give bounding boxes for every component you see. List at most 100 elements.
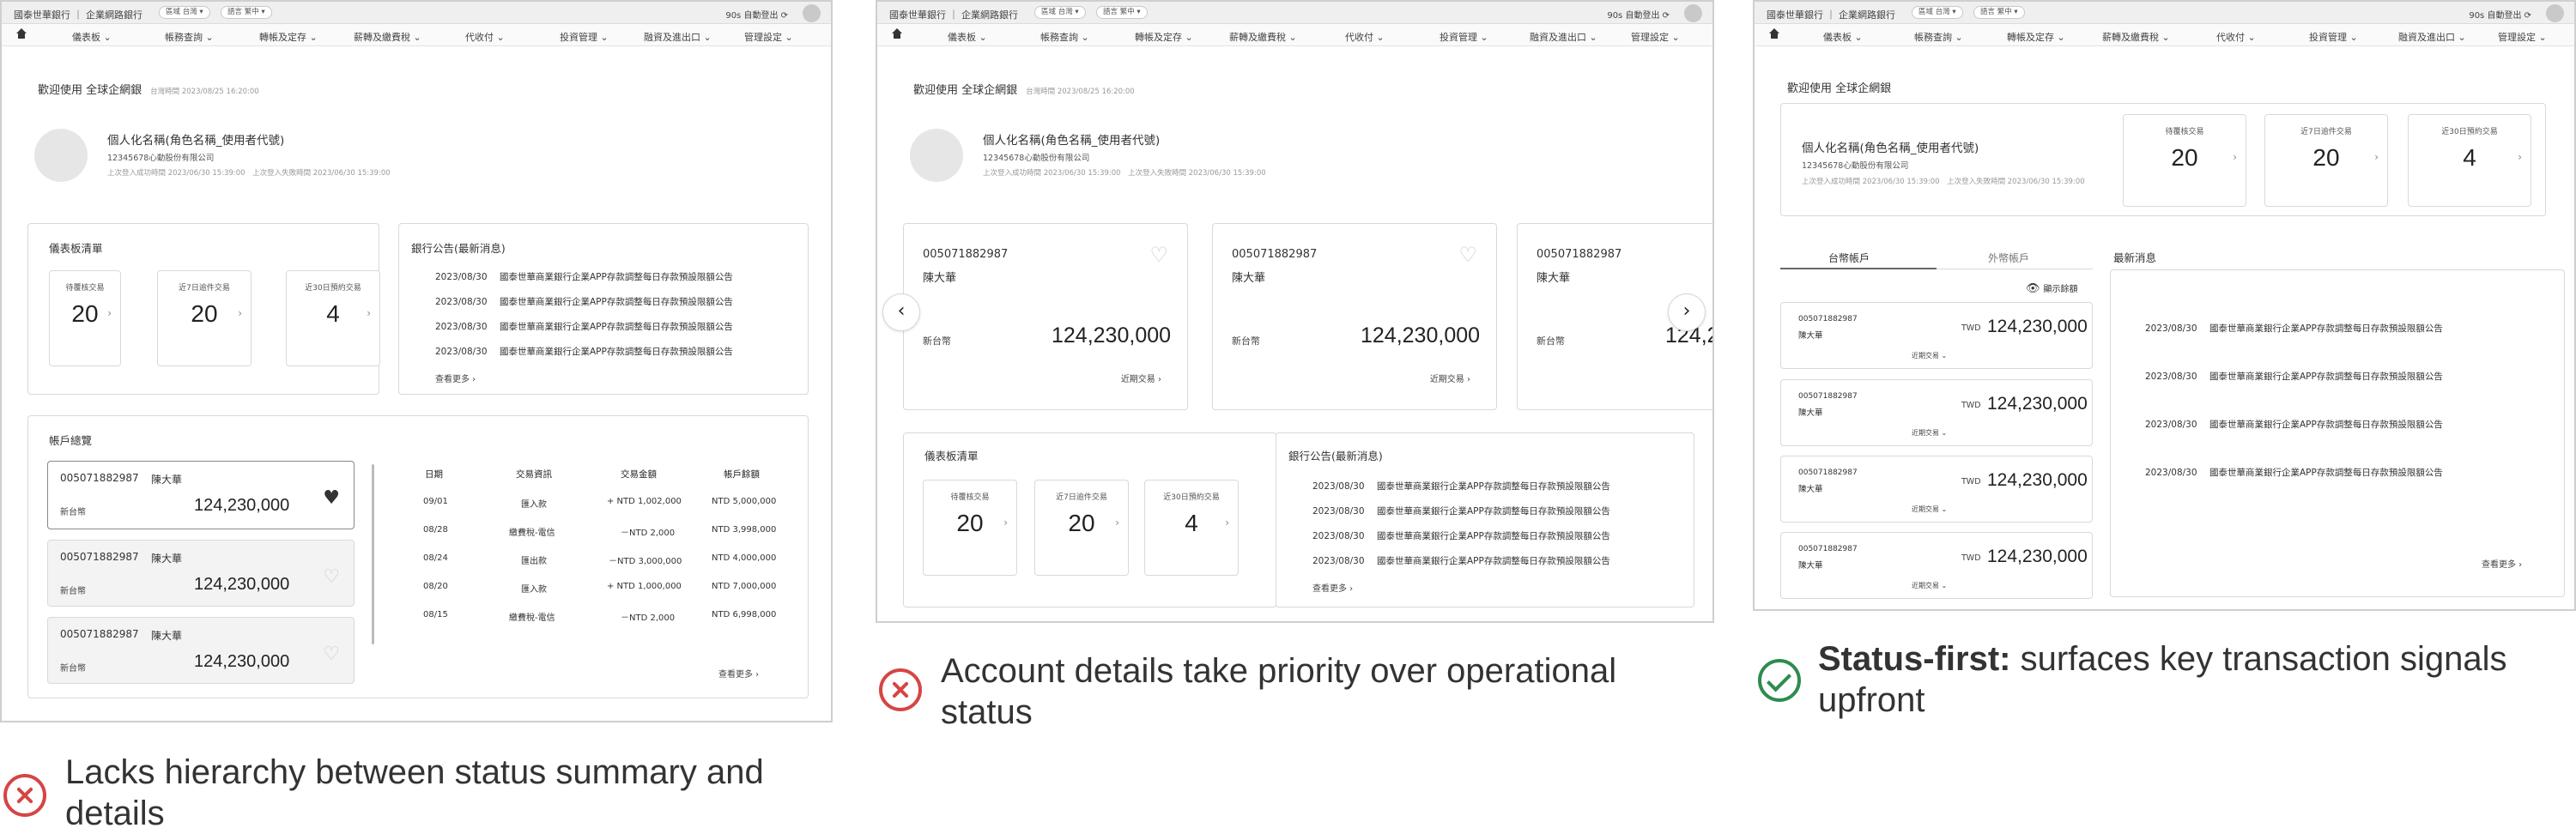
chevron-right-icon: › xyxy=(238,307,242,319)
nav-settings[interactable]: 管理設定 ⌄ xyxy=(2498,30,2547,44)
account-item[interactable]: 005071882987 陳大華 新台幣 124,230,000 ♡ xyxy=(47,617,355,684)
language-selector[interactable]: 語言 繁中 ▾ xyxy=(1973,6,2025,19)
heart-outline-icon[interactable]: ♡ xyxy=(323,566,340,588)
nav-transfer-deposit[interactable]: 轉帳及定存 ⌄ xyxy=(1135,30,1193,44)
stat-pending-review[interactable]: 待覆核交易 20 › xyxy=(49,270,121,366)
user-avatar-icon[interactable] xyxy=(1684,4,1702,22)
notice-text: 國泰世華商業銀行企業APP存款調整每日存款預設限額公告 xyxy=(500,347,733,357)
notice-item[interactable]: 2023/08/30 國泰世華商業銀行企業APP存款調整每日存款預設限額公告 xyxy=(1312,480,1610,493)
account-card[interactable]: 005071882987 陳大華 新台幣 124,230,000 ♡ 近期交易 … xyxy=(1212,223,1497,410)
nav-payroll-tax[interactable]: 薪轉及繳費稅 ⌄ xyxy=(2102,30,2170,44)
account-item-selected[interactable]: 005071882987 陳大華 新台幣 124,230,000 ♥ xyxy=(47,461,355,529)
tx-date: 08/15 xyxy=(423,610,448,619)
account-item[interactable]: 005071882987 陳大華 TWD 124,230,000 近期交易 ⌄ xyxy=(1780,302,2093,369)
stat-scheduled-30d[interactable]: 近30日預約交易 4 › xyxy=(2408,114,2531,207)
stat-label: 近7日逾件交易 xyxy=(1056,493,1107,502)
user-avatar-icon[interactable] xyxy=(2546,4,2564,22)
nav-payroll-tax[interactable]: 薪轉及繳費稅 ⌄ xyxy=(354,30,421,44)
stat-overdue-7d[interactable]: 近7日逾件交易 20 › xyxy=(2264,114,2388,207)
home-icon[interactable] xyxy=(891,28,903,40)
home-icon[interactable] xyxy=(1768,28,1780,40)
news-item[interactable]: 2023/08/30 國泰世華商業銀行企業APP存款調整每日存款預設限額公告 xyxy=(2145,322,2443,335)
stat-pending-review[interactable]: 待覆核交易 20 › xyxy=(923,480,1017,576)
account-item[interactable]: 005071882987 陳大華 新台幣 124,230,000 ♡ xyxy=(47,540,355,607)
notice-item[interactable]: 2023/08/30 國泰世華商業銀行企業APP存款調整每日存款預設限額公告 xyxy=(1312,505,1610,517)
notice-item[interactable]: 2023/08/30 國泰世華商業銀行企業APP存款調整每日存款預設限額公告 xyxy=(435,345,733,358)
nav-transfer-deposit[interactable]: 轉帳及定存 ⌄ xyxy=(259,30,318,44)
recent-transactions-toggle[interactable]: 近期交易 ⌄ xyxy=(1912,351,1947,360)
see-more-link[interactable]: 查看更多 › xyxy=(1312,581,1353,594)
region-selector[interactable]: 區域 台灣 ▾ xyxy=(159,6,210,19)
see-more-link[interactable]: 查看更多 › xyxy=(435,372,476,384)
nav-account-inquiry[interactable]: 帳務查詢 ⌄ xyxy=(165,30,214,44)
recent-transactions-toggle[interactable]: 近期交易 ⌄ xyxy=(1912,581,1947,590)
stat-label: 近7日逾件交易 xyxy=(179,284,230,293)
nav-dashboard[interactable]: 儀表板 ⌄ xyxy=(1823,30,1863,44)
notice-item[interactable]: 2023/08/30 國泰世華商業銀行企業APP存款調整每日存款預設限額公告 xyxy=(1312,529,1610,542)
auto-logout-timer[interactable]: 90s 自動登出 ⟳ xyxy=(2469,8,2531,21)
news-item[interactable]: 2023/08/30 國泰世華商業銀行企業APP存款調整每日存款預設限額公告 xyxy=(2145,466,2443,479)
notice-item[interactable]: 2023/08/30 國泰世華商業銀行企業APP存款調整每日存款預設限額公告 xyxy=(435,295,733,308)
see-more-link[interactable]: 查看更多 › xyxy=(2482,557,2522,570)
notice-item[interactable]: 2023/08/30 國泰世華商業銀行企業APP存款調整每日存款預設限額公告 xyxy=(1312,554,1610,567)
account-item[interactable]: 005071882987 陳大華 TWD 124,230,000 近期交易 ⌄ xyxy=(1780,379,2093,446)
nav-investment[interactable]: 投資管理 ⌄ xyxy=(1440,30,1488,44)
notice-card: 銀行公告(最新消息) 2023/08/30 國泰世華商業銀行企業APP存款調整每日… xyxy=(1276,432,1694,607)
dashboard-title: 儀表板清單 xyxy=(924,450,979,462)
nav-transfer-deposit[interactable]: 轉帳及定存 ⌄ xyxy=(2007,30,2065,44)
user-avatar-icon[interactable] xyxy=(803,4,821,22)
nav-payroll-tax[interactable]: 薪轉及繳費稅 ⌄ xyxy=(1229,30,1297,44)
auto-logout-timer[interactable]: 90s 自動登出 ⟳ xyxy=(1607,8,1670,21)
heart-outline-icon[interactable]: ♡ xyxy=(323,644,340,665)
see-more-link[interactable]: 查看更多 › xyxy=(718,667,759,680)
nav-financing[interactable]: 融資及進出口 ⌄ xyxy=(644,30,712,44)
account-item[interactable]: 005071882987 陳大華 TWD 124,230,000 近期交易 ⌄ xyxy=(1780,456,2093,523)
nav-dashboard[interactable]: 儀表板 ⌄ xyxy=(72,30,112,44)
news-item[interactable]: 2023/08/30 國泰世華商業銀行企業APP存款調整每日存款預設限額公告 xyxy=(2145,418,2443,431)
account-item[interactable]: 005071882987 陳大華 TWD 124,230,000 近期交易 ⌄ xyxy=(1780,532,2093,599)
nav-collection-payment[interactable]: 代收付 ⌄ xyxy=(1345,30,1385,44)
nav-settings[interactable]: 管理設定 ⌄ xyxy=(1631,30,1680,44)
nav-settings[interactable]: 管理設定 ⌄ xyxy=(744,30,793,44)
nav-dashboard[interactable]: 儀表板 ⌄ xyxy=(948,30,987,44)
heart-outline-icon[interactable]: ♡ xyxy=(1149,243,1168,267)
language-selector[interactable]: 語言 繁中 ▾ xyxy=(1096,6,1148,19)
nav-financing[interactable]: 融資及進出口 ⌄ xyxy=(1530,30,1597,44)
region-selector[interactable]: 區域 台灣 ▾ xyxy=(1912,6,1963,19)
stat-overdue-7d[interactable]: 近7日逾件交易 20 › xyxy=(157,270,252,366)
stat-scheduled-30d[interactable]: 近30日預約交易 4 › xyxy=(1144,480,1239,576)
carousel-prev-button[interactable]: ‹ xyxy=(882,293,920,331)
heart-icon[interactable]: ♥ xyxy=(323,487,340,509)
nav-financing[interactable]: 融資及進出口 ⌄ xyxy=(2398,30,2466,44)
account-holder: 陳大華 xyxy=(1798,485,1823,494)
home-icon[interactable] xyxy=(15,28,27,40)
region-selector[interactable]: 區域 台灣 ▾ xyxy=(1034,6,1086,19)
nav-collection-payment[interactable]: 代收付 ⌄ xyxy=(2216,30,2256,44)
recent-transactions-link[interactable]: 近期交易 › xyxy=(1430,372,1470,384)
stat-pending-review[interactable]: 待覆核交易 20 › xyxy=(2123,114,2246,207)
recent-transactions-link[interactable]: 近期交易 › xyxy=(1121,372,1161,384)
account-card[interactable]: 005071882987 陳大華 新台幣 124,230,000 ♡ 近期交易 … xyxy=(903,223,1188,410)
user-display-name: 個人化名稱(角色名稱_使用者代號) xyxy=(107,134,285,148)
recent-transactions-toggle[interactable]: 近期交易 ⌄ xyxy=(1912,428,1947,438)
nav-account-inquiry[interactable]: 帳務查詢 ⌄ xyxy=(1914,30,1963,44)
nav-collection-payment[interactable]: 代收付 ⌄ xyxy=(465,30,505,44)
news-item[interactable]: 2023/08/30 國泰世華商業銀行企業APP存款調整每日存款預設限額公告 xyxy=(2145,370,2443,383)
auto-logout-timer[interactable]: 90s 自動登出 ⟳ xyxy=(725,8,788,21)
tab-foreign-accounts[interactable]: 外幣帳戶 xyxy=(1988,251,2029,265)
show-balance-toggle[interactable]: 👁 顯示餘額 xyxy=(2026,281,2078,295)
heart-outline-icon[interactable]: ♡ xyxy=(1458,243,1477,267)
nav-investment[interactable]: 投資管理 ⌄ xyxy=(560,30,609,44)
notice-item[interactable]: 2023/08/30 國泰世華商業銀行企業APP存款調整每日存款預設限額公告 xyxy=(435,270,733,283)
chevron-right-icon: › xyxy=(1115,517,1119,529)
recent-transactions-toggle[interactable]: 近期交易 ⌄ xyxy=(1912,505,1947,514)
list-scrollbar[interactable] xyxy=(372,464,374,644)
nav-account-inquiry[interactable]: 帳務查詢 ⌄ xyxy=(1040,30,1089,44)
tab-twd-accounts[interactable]: 台幣帳戶 xyxy=(1828,251,1870,265)
carousel-next-button[interactable]: › xyxy=(1668,293,1706,331)
stat-scheduled-30d[interactable]: 近30日預約交易 4 › xyxy=(286,270,380,366)
stat-overdue-7d[interactable]: 近7日逾件交易 20 › xyxy=(1034,480,1129,576)
notice-item[interactable]: 2023/08/30 國泰世華商業銀行企業APP存款調整每日存款預設限額公告 xyxy=(435,320,733,333)
language-selector[interactable]: 語言 繁中 ▾ xyxy=(221,6,272,19)
nav-investment[interactable]: 投資管理 ⌄ xyxy=(2309,30,2358,44)
